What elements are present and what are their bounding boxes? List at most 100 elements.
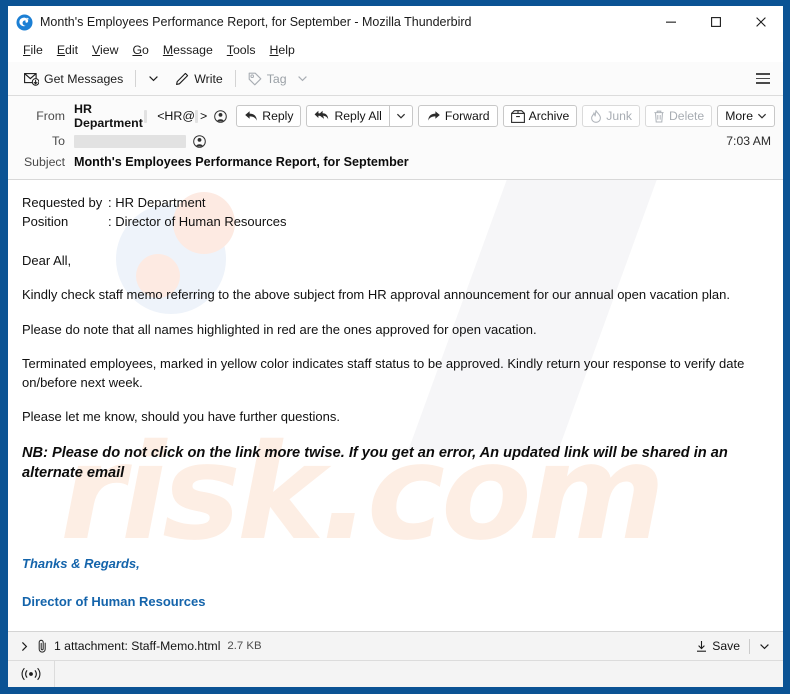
signature-spacer: [22, 497, 769, 555]
junk-fire-icon: [590, 109, 602, 123]
redacted-recipient: [74, 134, 186, 148]
subject-value: Month's Employees Performance Report, fo…: [74, 154, 409, 169]
save-dropdown-button[interactable]: [752, 638, 777, 655]
meta-line-requested-by: Requested by : HR Department: [22, 194, 769, 213]
get-messages-icon: [24, 72, 39, 86]
more-button[interactable]: More: [717, 105, 775, 127]
sender-name: HR Department: [74, 102, 143, 130]
redacted-sender-extra: [143, 109, 148, 123]
message-body: risk.com Requested by : HR Department Po…: [8, 180, 783, 631]
menu-item-tools[interactable]: Tools: [220, 41, 263, 59]
from-row: From HR Department <HR@ > Reply Reply Al…: [16, 102, 775, 130]
tag-icon: [248, 72, 262, 86]
more-label: More: [725, 109, 753, 123]
request-meta-block: Requested by : HR Department Position : …: [22, 194, 769, 232]
connection-broadcast-icon[interactable]: [8, 661, 55, 687]
archive-button[interactable]: Archive: [502, 105, 578, 127]
meta-line-position: Position : Director of Human Resources: [22, 213, 769, 232]
reply-all-dropdown-button[interactable]: [388, 105, 413, 127]
sender-email-prefix: <HR@: [157, 109, 195, 123]
reply-button[interactable]: Reply: [236, 105, 302, 127]
chevron-right-icon[interactable]: [16, 637, 32, 655]
attachment-bar: 1 attachment: Staff-Memo.html 2.7 KB Sav…: [8, 631, 783, 660]
reply-icon: [244, 110, 258, 122]
reply-all-button[interactable]: Reply All: [306, 105, 389, 127]
hamburger-menu-icon[interactable]: [751, 67, 775, 90]
paperclip-icon: [36, 639, 49, 653]
signature-line-2: Director of Human Resources: [22, 594, 206, 610]
chevron-down-icon: [297, 73, 308, 84]
write-label: Write: [194, 71, 223, 86]
chevron-down-icon: [396, 111, 406, 121]
menu-item-view[interactable]: View: [85, 41, 125, 59]
meta-value-requested-by: : HR Department: [108, 195, 206, 210]
body-paragraph-4: Please let me know, should you have furt…: [22, 409, 340, 425]
greeting-text: Dear All,: [22, 252, 72, 268]
menu-item-edit[interactable]: Edit: [50, 41, 85, 59]
from-label: From: [36, 109, 65, 123]
get-messages-button[interactable]: Get Messages: [18, 69, 129, 89]
save-divider: [749, 638, 750, 654]
menu-item-help[interactable]: Help: [263, 41, 302, 59]
body-content: Requested by : HR Department Position : …: [22, 194, 769, 631]
window-title: Month's Employees Performance Report, fo…: [40, 15, 472, 29]
toolbar-divider-1: [135, 70, 137, 87]
message-action-buttons: Reply Reply All Forward Archive Junk Del…: [231, 105, 775, 127]
reply-all-icon: [314, 110, 330, 122]
reply-all-group: Reply All: [306, 105, 413, 127]
main-toolbar: Get Messages Write Tag: [8, 62, 783, 96]
menu-bar: FFileile Edit View Go Message Tools Help: [8, 38, 783, 62]
meta-key-position: Position: [22, 213, 69, 229]
to-value[interactable]: [74, 134, 775, 148]
reply-all-label: Reply All: [334, 109, 382, 123]
contact-avatar-icon[interactable]: [192, 134, 206, 148]
forward-label: Forward: [444, 109, 490, 123]
body-paragraph-2: Please do note that all names highlighte…: [22, 321, 537, 337]
from-value[interactable]: HR Department <HR@ >: [74, 102, 227, 130]
save-label: Save: [712, 639, 740, 653]
menu-item-go[interactable]: Go: [125, 41, 155, 59]
write-button[interactable]: Write: [169, 69, 228, 89]
get-messages-dropdown-button[interactable]: [142, 70, 165, 87]
toolbar-divider-2: [234, 70, 236, 87]
attachment-label[interactable]: 1 attachment: Staff-Memo.html: [54, 639, 220, 653]
get-messages-label: Get Messages: [44, 71, 124, 86]
body-paragraph-3: Terminated employees, marked in yellow c…: [22, 356, 745, 390]
delete-button[interactable]: Delete: [644, 105, 713, 127]
close-icon[interactable]: [738, 7, 783, 37]
chevron-down-icon: [759, 641, 770, 652]
subject-row: Subject Month's Employees Performance Re…: [16, 151, 775, 172]
minimize-icon[interactable]: [648, 7, 693, 37]
tag-button[interactable]: Tag: [242, 69, 314, 89]
tag-label: Tag: [266, 71, 287, 86]
archive-label: Archive: [528, 109, 570, 123]
message-header: From HR Department <HR@ > Reply Reply Al…: [8, 96, 783, 180]
redacted-sender-domain: [194, 109, 199, 123]
pencil-icon: [175, 72, 189, 86]
body-paragraph-1: Kindly check staff memo referring to the…: [22, 287, 730, 303]
forward-button[interactable]: Forward: [417, 105, 498, 127]
subject-label: Subject: [23, 154, 65, 169]
sender-email-suffix: >: [200, 109, 208, 123]
menu-item-message[interactable]: Message: [156, 41, 220, 59]
forward-icon: [426, 110, 441, 122]
window-inner: Month's Employees Performance Report, fo…: [8, 6, 783, 687]
status-bar: [8, 660, 783, 687]
to-row: To: [16, 130, 775, 152]
menu-item-file[interactable]: FFileile: [16, 41, 50, 59]
thunderbird-logo-icon: [16, 14, 33, 31]
save-attachment-button[interactable]: Save: [688, 636, 747, 656]
thunderbird-window: Month's Employees Performance Report, fo…: [0, 0, 790, 694]
reply-label: Reply: [262, 109, 294, 123]
contact-avatar-icon[interactable]: [213, 109, 227, 123]
download-icon: [695, 640, 708, 653]
archive-box-icon: [510, 109, 525, 123]
attachment-size: 2.7 KB: [227, 640, 262, 652]
junk-button[interactable]: Junk: [582, 105, 640, 127]
meta-key-requested-by: Requested by: [22, 195, 103, 210]
junk-label: Junk: [606, 109, 632, 123]
to-label: To: [52, 134, 65, 148]
title-bar: Month's Employees Performance Report, fo…: [8, 6, 783, 38]
maximize-icon[interactable]: [693, 7, 738, 37]
chevron-down-icon: [148, 73, 159, 84]
